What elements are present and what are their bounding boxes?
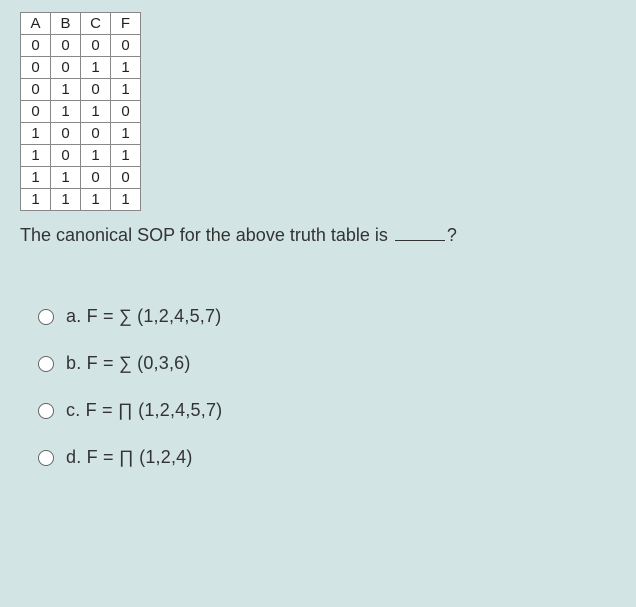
cell: 0 [81, 35, 111, 57]
table-row: 1 1 1 1 [21, 189, 141, 211]
question-suffix: ? [447, 225, 457, 245]
cell: 1 [111, 123, 141, 145]
options-group: a. F = ∑ (1,2,4,5,7) b. F = ∑ (0,3,6) c.… [38, 306, 616, 468]
cell: 1 [51, 101, 81, 123]
cell: 0 [111, 35, 141, 57]
option-c[interactable]: c. F = ∏ (1,2,4,5,7) [38, 400, 616, 421]
question-panel: A B C F 0 0 0 0 0 0 1 1 0 1 0 [0, 0, 636, 607]
cell: 0 [51, 123, 81, 145]
radio-icon[interactable] [38, 450, 54, 466]
cell: 1 [111, 57, 141, 79]
cell: 0 [81, 123, 111, 145]
cell: 0 [51, 57, 81, 79]
cell: 0 [21, 57, 51, 79]
option-label: b. F = ∑ (0,3,6) [66, 353, 191, 374]
option-a[interactable]: a. F = ∑ (1,2,4,5,7) [38, 306, 616, 327]
table-row: 1 1 0 0 [21, 167, 141, 189]
cell: 1 [81, 145, 111, 167]
option-label: d. F = ∏ (1,2,4) [66, 447, 193, 468]
cell: 0 [111, 101, 141, 123]
cell: 1 [81, 189, 111, 211]
table-row: 0 1 1 0 [21, 101, 141, 123]
table-header-row: A B C F [21, 13, 141, 35]
cell: 1 [111, 189, 141, 211]
table-row: 1 0 0 1 [21, 123, 141, 145]
cell: 1 [21, 189, 51, 211]
cell: 1 [21, 123, 51, 145]
col-header: B [51, 13, 81, 35]
cell: 0 [21, 101, 51, 123]
radio-icon[interactable] [38, 403, 54, 419]
cell: 1 [81, 101, 111, 123]
cell: 1 [21, 167, 51, 189]
table-row: 0 0 1 1 [21, 57, 141, 79]
col-header: A [21, 13, 51, 35]
cell: 0 [21, 79, 51, 101]
table-row: 0 0 0 0 [21, 35, 141, 57]
option-d[interactable]: d. F = ∏ (1,2,4) [38, 447, 616, 468]
cell: 1 [51, 79, 81, 101]
cell: 1 [81, 57, 111, 79]
cell: 1 [111, 145, 141, 167]
cell: 1 [111, 79, 141, 101]
cell: 0 [51, 35, 81, 57]
col-header: F [111, 13, 141, 35]
cell: 0 [81, 79, 111, 101]
option-b[interactable]: b. F = ∑ (0,3,6) [38, 353, 616, 374]
option-label: c. F = ∏ (1,2,4,5,7) [66, 400, 222, 421]
table-row: 1 0 1 1 [21, 145, 141, 167]
cell: 1 [21, 145, 51, 167]
cell: 1 [51, 189, 81, 211]
cell: 0 [51, 145, 81, 167]
question-text: The canonical SOP for the above truth ta… [20, 225, 616, 246]
col-header: C [81, 13, 111, 35]
option-label: a. F = ∑ (1,2,4,5,7) [66, 306, 221, 327]
cell: 1 [51, 167, 81, 189]
cell: 0 [21, 35, 51, 57]
radio-icon[interactable] [38, 309, 54, 325]
radio-icon[interactable] [38, 356, 54, 372]
question-prefix: The canonical SOP for the above truth ta… [20, 225, 393, 245]
cell: 0 [111, 167, 141, 189]
cell: 0 [81, 167, 111, 189]
truth-table: A B C F 0 0 0 0 0 0 1 1 0 1 0 [20, 12, 141, 211]
table-row: 0 1 0 1 [21, 79, 141, 101]
fill-blank [395, 240, 445, 241]
